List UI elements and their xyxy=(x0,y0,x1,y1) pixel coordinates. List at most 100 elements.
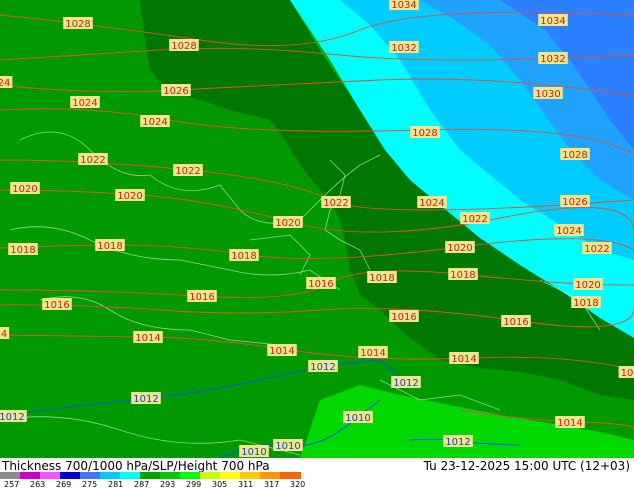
isobar-label-text: 1018 xyxy=(369,273,394,284)
isobar-label-text: 10 xyxy=(621,368,634,379)
color-legend xyxy=(0,472,301,479)
isobar-label: 1024 xyxy=(554,224,584,237)
isobar-label-text: 1022 xyxy=(80,155,105,166)
legend-swatch xyxy=(200,472,221,479)
isobar-label-text: 24 xyxy=(0,78,10,89)
legend-swatch xyxy=(180,472,201,479)
blue-isobar-label-text: 1010 xyxy=(275,441,300,452)
isobar-label-text: 1014 xyxy=(451,354,476,365)
isobar-label: 1018 xyxy=(448,268,478,281)
isobar-label-text: 1018 xyxy=(450,270,475,281)
isobar-label: 1028 xyxy=(63,17,93,30)
isobar-label: 1026 xyxy=(560,195,590,208)
isobar-label-text: 1022 xyxy=(584,244,609,255)
legend-swatch xyxy=(140,472,161,479)
blue-isobar-label-text: 1012 xyxy=(393,378,418,389)
isobar-label-text: 1026 xyxy=(163,86,188,97)
isobar-label: 1018 xyxy=(229,249,259,262)
isobar-label: 1032 xyxy=(389,41,419,54)
map-datetime: Tu 23-12-2025 15:00 UTC (12+03) xyxy=(423,459,630,473)
isobar-label-text: 1014 xyxy=(135,333,160,344)
isobar-label: 1018 xyxy=(95,239,125,252)
isobar-label: 1030 xyxy=(533,87,563,100)
isobar-label: 1016 xyxy=(389,310,419,323)
isobar-label: 1022 xyxy=(173,164,203,177)
isobar-label-text: 1016 xyxy=(189,292,214,303)
isobar-label: 1034 xyxy=(389,0,419,11)
isobar-label: 1014 xyxy=(555,416,585,429)
isobar-label: 10 xyxy=(618,366,634,379)
isobar-label: 4 xyxy=(0,327,10,340)
weather-map: 1028102810341034103210321030241026102410… xyxy=(0,0,634,458)
isobar-label-text: 1020 xyxy=(12,184,37,195)
isobar-label-text: 1024 xyxy=(556,226,581,237)
isobar-label-text: 1028 xyxy=(412,128,437,139)
legend-tick: 299 xyxy=(186,480,202,489)
legend-tick: 305 xyxy=(212,480,228,489)
legend-ticks: 257 263 269 275 281 287 293 299 305 311 317 320 xyxy=(0,480,330,490)
blue-isobar-label: 1012 xyxy=(391,376,421,389)
legend-swatch xyxy=(280,472,301,479)
legend-tick: 317 xyxy=(264,480,280,489)
legend-tick: 311 xyxy=(238,480,254,489)
blue-isobar-label: 1012 xyxy=(0,410,27,423)
isobar-label-text: 1016 xyxy=(391,312,416,323)
blue-isobar-label-text: 1012 xyxy=(0,412,25,423)
isobar-label: 1020 xyxy=(115,189,145,202)
isobar-label: 1028 xyxy=(560,148,590,161)
isobar-label-text: 1026 xyxy=(562,197,587,208)
isobar-label: 1018 xyxy=(571,296,601,309)
blue-isobar-label: 1010 xyxy=(239,445,269,458)
isobar-label-text: 1024 xyxy=(72,98,97,109)
isobar-label: 1024 xyxy=(140,115,170,128)
isobar-label-text: 1018 xyxy=(231,251,256,262)
isobar-label-text: 1020 xyxy=(117,191,142,202)
isobar-label-text: 1032 xyxy=(391,43,416,54)
isobar-label-text: 1032 xyxy=(540,54,565,65)
blue-isobar-label-text: 1010 xyxy=(241,447,266,458)
blue-isobar-label-text: 1012 xyxy=(133,394,158,405)
isobar-label-text: 1020 xyxy=(447,243,472,254)
isobar-label: 1020 xyxy=(445,241,475,254)
isobar-label: 1014 xyxy=(449,352,479,365)
isobar-label-text: 1034 xyxy=(391,0,416,11)
isobar-label-text: 1028 xyxy=(562,150,587,161)
isobar-label-text: 1014 xyxy=(557,418,582,429)
isobar-label: 1028 xyxy=(169,39,199,52)
isobar-label-text: 1018 xyxy=(573,298,598,309)
isobar-label-text: 1018 xyxy=(10,245,35,256)
isobar-label: 1016 xyxy=(306,277,336,290)
blue-isobar-label-text: 1012 xyxy=(445,437,470,448)
legend-swatch xyxy=(40,472,61,479)
isobar-label-text: 1020 xyxy=(575,280,600,291)
blue-isobar-label: 1012 xyxy=(131,392,161,405)
isobar-label-text: 1022 xyxy=(323,198,348,209)
legend-swatch xyxy=(160,472,181,479)
isobar-label-text: 1034 xyxy=(540,16,565,27)
isobar-label-text: 4 xyxy=(1,329,7,340)
isobar-label-text: 1030 xyxy=(535,89,560,100)
isobar-label: 1018 xyxy=(8,243,38,256)
legend-swatch xyxy=(0,472,21,479)
blue-isobar-label-text: 1010 xyxy=(345,413,370,424)
isobar-label: 1014 xyxy=(133,331,163,344)
isobar-label: 1014 xyxy=(358,346,388,359)
isobar-label-text: 1020 xyxy=(275,218,300,229)
legend-swatch xyxy=(260,472,281,479)
isobar-label: 1032 xyxy=(538,52,568,65)
isobar-label-text: 1024 xyxy=(419,198,444,209)
isobar-label: 1022 xyxy=(582,242,612,255)
isobar-label: 1014 xyxy=(267,344,297,357)
legend-swatch xyxy=(20,472,41,479)
isobar-label: 1016 xyxy=(42,298,72,311)
legend-tick: 293 xyxy=(160,480,176,489)
legend-swatch xyxy=(60,472,81,479)
isobar-label: 1018 xyxy=(367,271,397,284)
isobar-label: 1034 xyxy=(538,14,568,27)
footer: Thickness 700/1000 hPa/SLP/Height 700 hP… xyxy=(0,458,634,490)
isobar-label: 1020 xyxy=(10,182,40,195)
legend-swatch xyxy=(80,472,101,479)
blue-isobar-label-text: 1012 xyxy=(310,362,335,373)
legend-swatch xyxy=(120,472,141,479)
legend-tick: 269 xyxy=(56,480,72,489)
